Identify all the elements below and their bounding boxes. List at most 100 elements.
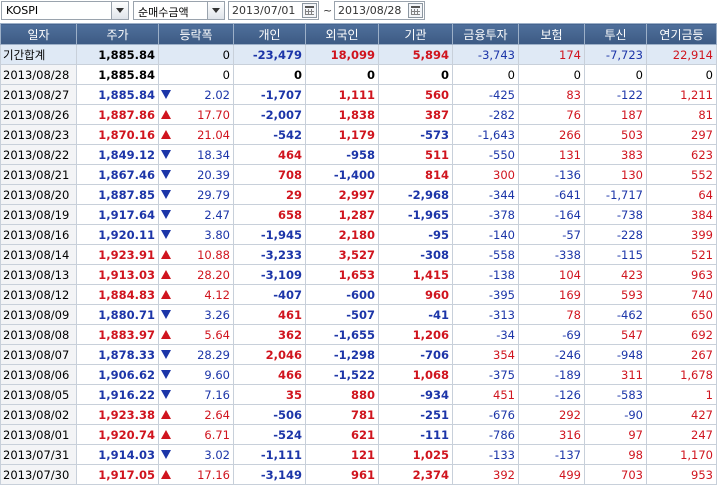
- table-row[interactable]: 2013/08/20 1,887.85 29.79 29 2,997 -2,968 -344…: [0, 184, 717, 205]
- row-financial-investment: 392: [452, 464, 519, 485]
- row-individual: -2,007: [233, 104, 306, 125]
- row-insurance: 316: [518, 424, 585, 445]
- metric-select[interactable]: 순매수금액: [133, 1, 225, 20]
- row-change-value: 2.02: [204, 87, 230, 102]
- row-change-value: 29.79: [197, 187, 230, 202]
- row-pension: 267: [646, 344, 717, 365]
- table-row[interactable]: 2013/07/31 1,914.03 3.02 -1,111 121 1,025 -133…: [0, 444, 717, 465]
- date-range-separator: ~: [323, 4, 333, 17]
- row-investment-trust: -115: [584, 244, 647, 265]
- row-change: 6.71: [158, 424, 234, 445]
- row-foreign: 880: [305, 384, 379, 405]
- table-row[interactable]: 2013/08/28 1,885.84 0 0 0 0 0 0 0 0: [0, 64, 717, 85]
- start-date-field[interactable]: 2013/07/01: [228, 1, 319, 20]
- calendar-icon[interactable]: [408, 3, 423, 18]
- row-pension: 81: [646, 104, 717, 125]
- row-insurance: 83: [518, 84, 585, 105]
- row-change: 0: [158, 64, 234, 85]
- table-row[interactable]: 2013/08/05 1,916.22 7.16 35 880 -934 451 -126 -5…: [0, 384, 717, 405]
- table-row[interactable]: 2013/07/30 1,917.05 17.16 -3,149 961 2,374 392…: [0, 464, 717, 485]
- header-pension[interactable]: 연기금등: [646, 23, 717, 45]
- row-change: 2.02: [158, 84, 234, 105]
- total-financial-investment: -3,743: [452, 44, 519, 65]
- table-row[interactable]: 2013/08/21 1,867.46 20.39 708 -1,400 814 300 -1…: [0, 164, 717, 185]
- row-price: 1,885.84: [76, 84, 159, 105]
- header-date[interactable]: 일자: [0, 23, 77, 45]
- row-institution: 814: [378, 164, 453, 185]
- chevron-down-icon[interactable]: [111, 2, 128, 19]
- table-row[interactable]: 2013/08/13 1,913.03 28.20 -3,109 1,653 1,415-…: [0, 264, 717, 285]
- row-price: 1,914.03: [76, 444, 159, 465]
- header-investment-trust[interactable]: 투신: [584, 23, 647, 45]
- row-change: 18.34: [158, 144, 234, 165]
- row-date: 2013/08/05: [0, 384, 77, 405]
- row-financial-investment: -1,643: [452, 124, 519, 145]
- table-row[interactable]: 2013/08/26 1,887.86 17.70 -2,007 1,838 387 -28…: [0, 104, 717, 125]
- header-insurance[interactable]: 보험: [518, 23, 585, 45]
- start-date-value: 2013/07/01: [232, 4, 296, 17]
- row-change-value: 3.80: [204, 227, 230, 242]
- header-foreign[interactable]: 외국인: [305, 23, 379, 45]
- row-pension: 384: [646, 204, 717, 225]
- row-foreign: -1,400: [305, 164, 379, 185]
- row-change: 7.16: [158, 384, 234, 405]
- row-pension: 740: [646, 284, 717, 305]
- market-select[interactable]: KOSPI: [1, 1, 129, 20]
- down-arrow-icon: [161, 390, 171, 399]
- row-insurance: 104: [518, 264, 585, 285]
- table-row[interactable]: 2013/08/23 1,870.16 21.04 -542 1,179 -573 -1,6…: [0, 124, 717, 145]
- total-row[interactable]: 기간합계 1,885.84 0 -23,479 18,099 5,894 -3,…: [0, 44, 717, 65]
- row-individual: -542: [233, 124, 306, 145]
- row-change-value: 18.34: [197, 147, 230, 162]
- row-institution: -251: [378, 404, 453, 425]
- down-arrow-icon: [161, 350, 171, 359]
- header-change[interactable]: 등락폭: [158, 23, 234, 45]
- row-date: 2013/08/26: [0, 104, 77, 125]
- header-price[interactable]: 주가: [76, 23, 159, 45]
- row-financial-investment: -375: [452, 364, 519, 385]
- end-date-value: 2013/08/28: [338, 4, 402, 17]
- table-row[interactable]: 2013/08/12 1,884.83 4.12 -407 -600 960 -395 169…: [0, 284, 717, 305]
- table-row[interactable]: 2013/08/09 1,880.71 3.26 461 -507 -41 -313 78 -4…: [0, 304, 717, 325]
- row-date: 2013/08/19: [0, 204, 77, 225]
- down-arrow-icon: [161, 230, 171, 239]
- table-row[interactable]: 2013/08/19 1,917.64 2.47 658 1,287 -1,965 -378…: [0, 204, 717, 225]
- table-row[interactable]: 2013/08/06 1,906.62 9.60 466 -1,522 1,068 -375…: [0, 364, 717, 385]
- row-financial-investment: -395: [452, 284, 519, 305]
- row-institution: 2,374: [378, 464, 453, 485]
- header-institution[interactable]: 기관: [378, 23, 453, 45]
- row-investment-trust: 187: [584, 104, 647, 125]
- row-individual: 466: [233, 364, 306, 385]
- row-foreign: 121: [305, 444, 379, 465]
- total-foreign: 18,099: [305, 44, 379, 65]
- table-row[interactable]: 2013/08/16 1,920.11 3.80 -1,945 2,180 -95 -140…: [0, 224, 717, 245]
- row-individual: 658: [233, 204, 306, 225]
- end-date-field[interactable]: 2013/08/28: [334, 1, 425, 20]
- row-pension: 521: [646, 244, 717, 265]
- row-insurance: -69: [518, 324, 585, 345]
- row-foreign: 1,111: [305, 84, 379, 105]
- table-row[interactable]: 2013/08/07 1,878.33 28.29 2,046 -1,298 -706 35…: [0, 344, 717, 365]
- table-row[interactable]: 2013/08/14 1,923.91 10.88 -3,233 3,527 -308 -5…: [0, 244, 717, 265]
- table-row[interactable]: 2013/08/01 1,920.74 6.71 -524 621 -111 -786 316…: [0, 424, 717, 445]
- row-date: 2013/08/20: [0, 184, 77, 205]
- row-pension: 623: [646, 144, 717, 165]
- row-change: 3.26: [158, 304, 234, 325]
- row-investment-trust: -948: [584, 344, 647, 365]
- chevron-down-icon[interactable]: [207, 2, 224, 19]
- row-change-value: 5.64: [204, 327, 230, 342]
- table-row[interactable]: 2013/08/02 1,923.38 2.64 -506 781 -251 -676 292…: [0, 404, 717, 425]
- calendar-icon[interactable]: [302, 3, 317, 18]
- table-row[interactable]: 2013/08/22 1,849.12 18.34 464 -958 511 -550 131…: [0, 144, 717, 165]
- table-row[interactable]: 2013/08/27 1,885.84 2.02 -1,707 1,111 560 -425…: [0, 84, 717, 105]
- header-financial-investment[interactable]: 금융투자: [452, 23, 519, 45]
- header-individual[interactable]: 개인: [233, 23, 306, 45]
- total-investment-trust: -7,723: [584, 44, 647, 65]
- row-investment-trust: 703: [584, 464, 647, 485]
- row-pension: 427: [646, 404, 717, 425]
- row-institution: -111: [378, 424, 453, 445]
- row-institution: -95: [378, 224, 453, 245]
- row-change: 17.70: [158, 104, 234, 125]
- row-individual: 362: [233, 324, 306, 345]
- table-row[interactable]: 2013/08/08 1,883.97 5.64 362 -1,655 1,206 -34-…: [0, 324, 717, 345]
